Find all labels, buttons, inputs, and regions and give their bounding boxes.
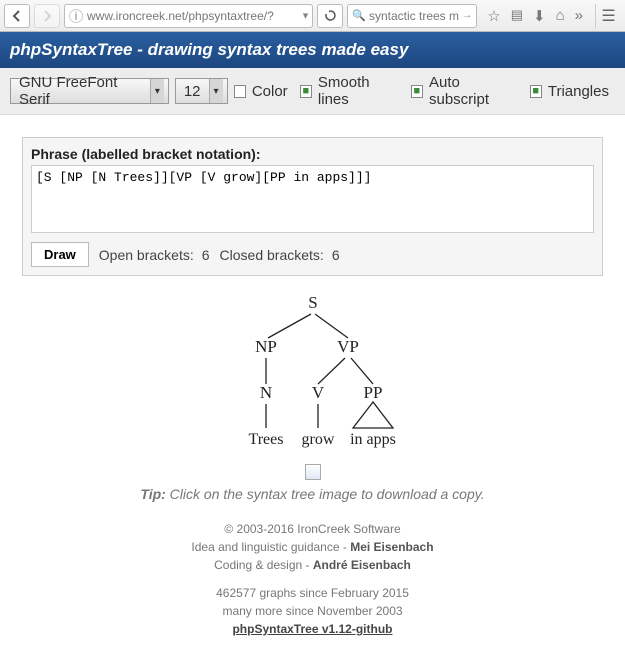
node-vp: VP: [337, 337, 359, 356]
search-bar[interactable]: 🔍 syntactic trees m →: [347, 4, 477, 28]
browser-toolbar: i www.ironcreek.net/phpsyntaxtree/? ▾ 🔍 …: [0, 0, 625, 32]
size-select-value: 12: [184, 83, 201, 100]
chevron-down-icon: ▾: [150, 79, 164, 103]
coding-prefix: Coding & design -: [214, 558, 313, 572]
triangles-label: Triangles: [548, 83, 609, 100]
home-icon[interactable]: ⌂: [556, 7, 565, 25]
forward-button[interactable]: [34, 4, 60, 28]
info-icon[interactable]: i: [69, 9, 83, 23]
autosub-label: Auto subscript: [429, 74, 518, 108]
tip-text: Tip: Click on the syntax tree image to d…: [22, 486, 603, 502]
search-icon: 🔍: [352, 9, 366, 22]
download-image-icon[interactable]: [305, 464, 321, 480]
version-link[interactable]: phpSyntaxTree v1.12-github: [232, 622, 392, 636]
triangles-checkbox[interactable]: ■: [530, 85, 542, 98]
tip-prefix: Tip:: [140, 486, 165, 502]
url-text: www.ironcreek.net/phpsyntaxtree/?: [87, 9, 274, 23]
menu-button[interactable]: ☰: [595, 4, 621, 28]
open-brackets-label: Open brackets:: [99, 247, 194, 263]
url-dropdown-icon[interactable]: ▾: [303, 9, 309, 22]
footer: © 2003-2016 IronCreek Software Idea and …: [22, 520, 603, 638]
since1: 462577 graphs since February 2015: [22, 584, 603, 602]
search-text: syntactic trees m: [369, 9, 459, 23]
reload-button[interactable]: [317, 4, 343, 28]
node-pp: PP: [363, 383, 382, 402]
since2: many more since November 2003: [22, 602, 603, 620]
closed-brackets-count: 6: [332, 247, 340, 263]
download-icon[interactable]: ⬇: [533, 7, 546, 25]
phrase-panel: Phrase (labelled bracket notation): Draw…: [22, 137, 603, 276]
smooth-label: Smooth lines: [318, 74, 399, 108]
page-title: phpSyntaxTree - drawing syntax trees mad…: [0, 32, 625, 68]
font-select[interactable]: GNU FreeFont Serif ▾: [10, 78, 169, 104]
smooth-checkbox[interactable]: ■: [300, 85, 312, 98]
leaf-grow: grow: [301, 431, 334, 448]
bookmark-icon[interactable]: ☆: [487, 7, 500, 25]
phrase-label: Phrase (labelled bracket notation):: [31, 146, 594, 162]
node-s: S: [308, 294, 317, 312]
search-go-icon[interactable]: →: [462, 10, 472, 21]
leaf-trees: Trees: [248, 431, 283, 448]
more-icon[interactable]: »: [575, 7, 583, 25]
options-bar: GNU FreeFont Serif ▾ 12 ▾ Color ■ Smooth…: [0, 68, 625, 115]
open-brackets-count: 6: [202, 247, 210, 263]
node-np: NP: [255, 337, 277, 356]
draw-button[interactable]: Draw: [31, 242, 89, 267]
color-label: Color: [252, 83, 288, 100]
chevron-down-icon: ▾: [209, 79, 223, 103]
copyright: © 2003-2016 IronCreek Software: [22, 520, 603, 538]
font-select-value: GNU FreeFont Serif: [19, 74, 142, 108]
node-n: N: [259, 383, 271, 402]
url-bar[interactable]: i www.ironcreek.net/phpsyntaxtree/? ▾: [64, 4, 313, 28]
tip-body: Click on the syntax tree image to downlo…: [166, 486, 485, 502]
closed-brackets-label: Closed brackets:: [220, 247, 324, 263]
phrase-input[interactable]: [31, 165, 594, 233]
coding-name: André Eisenbach: [313, 558, 411, 572]
size-select[interactable]: 12 ▾: [175, 78, 228, 104]
syntax-tree-image[interactable]: S NP VP N V PP Trees grow in apps: [223, 294, 403, 454]
pocket-icon[interactable]: ▤: [511, 7, 523, 25]
color-checkbox[interactable]: [234, 85, 246, 98]
toolbar-icons: ☆ ▤ ⬇ ⌂ »: [481, 7, 589, 25]
idea-prefix: Idea and linguistic guidance -: [191, 540, 350, 554]
back-button[interactable]: [4, 4, 30, 28]
node-v: V: [311, 383, 324, 402]
autosub-checkbox[interactable]: ■: [411, 85, 423, 98]
leaf-inapps: in apps: [350, 431, 396, 448]
idea-name: Mei Eisenbach: [350, 540, 433, 554]
